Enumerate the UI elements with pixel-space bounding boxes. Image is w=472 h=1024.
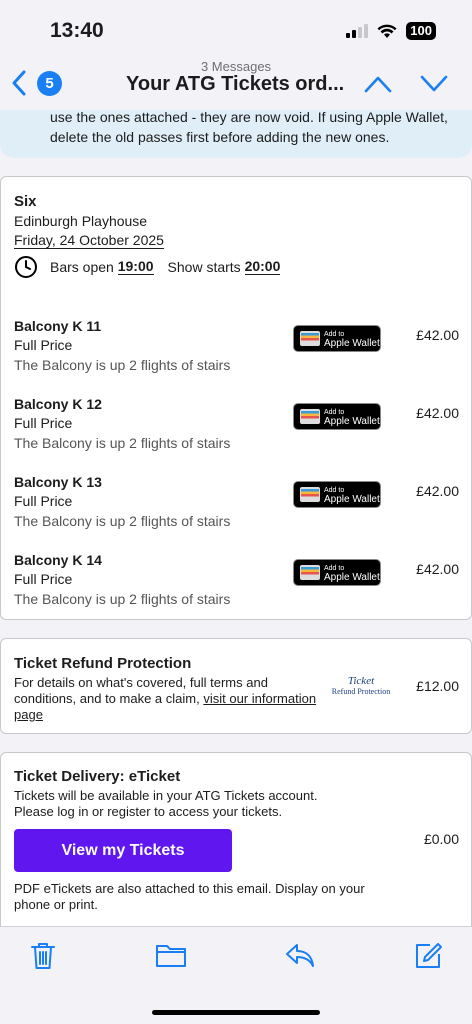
performance-date[interactable]: Friday, 24 October 2025 [14,233,164,249]
bottom-toolbar [0,926,472,1024]
seat-name: Balcony K 13 [14,474,102,490]
seat-note: The Balcony is up 2 flights of stairs [14,435,231,451]
seat-name: Balcony K 14 [14,552,102,568]
wallet-icon [300,565,320,580]
wallet-label: Apple Wallet [324,337,380,349]
seat-name: Balcony K 12 [14,396,102,412]
refund-description: For details on what's covered, full term… [14,675,329,723]
seat-price-type: Full Price [14,571,73,587]
bars-open-label: Bars open [50,259,114,275]
add-to-apple-wallet-button[interactable]: Add to Apple Wallet [293,481,381,508]
folder-icon[interactable] [155,941,187,969]
wallet-label: Apple Wallet [324,415,380,427]
mail-nav-bar: 5 3 Messages Your ATG Tickets ord... [0,58,472,110]
status-indicators: 100 [346,22,436,40]
wallet-icon [300,331,320,346]
reply-icon[interactable] [284,941,316,969]
seat-note: The Balcony is up 2 flights of stairs [14,513,231,529]
show-starts-time[interactable]: 20:00 [244,259,281,275]
thread-title: Your ATG Tickets ord... [126,73,345,95]
performance-times: Bars open 19:00 Show starts 20:00 [14,255,281,279]
seat-price-type: Full Price [14,493,73,509]
view-my-tickets-button[interactable]: View my Tickets [14,829,232,872]
refund-price: £12.00 [416,678,459,694]
delivery-line-1: Tickets will be available in your ATG Ti… [14,788,318,803]
refund-logo-ticket: Ticket [347,675,375,687]
seat-price-type: Full Price [14,415,73,431]
add-to-apple-wallet-button[interactable]: Add to Apple Wallet [293,325,381,352]
delivery-line-2: Please log in or register to access your… [14,804,283,819]
next-message-chevron-down-icon[interactable] [420,74,448,94]
status-bar: 13:40 100 [0,0,472,58]
seat-row: Balcony K 14 Full Price The Balcony is u… [1,552,471,622]
add-to-apple-wallet-button[interactable]: Add to Apple Wallet [293,559,381,586]
info-banner: use the ones attached - they are now voi… [0,110,472,158]
battery-indicator: 100 [406,22,436,40]
refund-protection-card: Ticket Refund Protection For details on … [0,638,472,734]
seat-price-type: Full Price [14,337,73,353]
previous-message-chevron-up-icon[interactable] [364,74,392,94]
home-indicator [152,1010,320,1015]
wallet-icon [300,487,320,502]
delivery-description: Tickets will be available in your ATG Ti… [14,788,344,820]
refund-title: Ticket Refund Protection [14,655,192,672]
message-count: 3 Messages [200,59,272,74]
seat-price: £42.00 [416,327,459,343]
show-title: Six [14,193,37,210]
bars-open-time[interactable]: 19:00 [117,259,154,275]
seat-row: Balcony K 12 Full Price The Balcony is u… [1,396,471,466]
seat-price: £42.00 [416,483,459,499]
seat-price: £42.00 [416,405,459,421]
seat-note: The Balcony is up 2 flights of stairs [14,591,231,607]
trash-icon[interactable] [30,941,56,971]
wallet-label: Apple Wallet [324,571,380,583]
clock-icon [15,256,37,278]
signal-icon [346,24,369,38]
compose-icon[interactable] [413,941,443,971]
pdf-etickets-note: PDF eTickets are also attached to this e… [14,881,365,912]
wallet-label: Apple Wallet [324,493,380,505]
seat-note: The Balcony is up 2 flights of stairs [14,357,231,373]
delivery-title: Ticket Delivery: eTicket [14,768,181,785]
show-ticket-card: Six Edinburgh Playhouse Friday, 24 Octob… [0,176,472,620]
show-starts-label: Show starts [167,259,241,275]
add-to-apple-wallet-button[interactable]: Add to Apple Wallet [293,403,381,430]
banner-line-2: delete the old passes first before addin… [50,129,390,145]
wifi-icon [377,24,397,38]
seat-row: Balcony K 13 Full Price The Balcony is u… [1,474,471,544]
refund-protection-logo: Ticket Refund Protection [331,675,391,696]
venue-name: Edinburgh Playhouse [14,213,148,229]
seat-row: Balcony K 11 Full Price The Balcony is u… [1,318,471,388]
status-time: 13:40 [50,19,104,42]
refund-logo-subtitle: Refund Protection [331,687,391,696]
unread-count-badge[interactable]: 5 [37,71,62,96]
wallet-icon [300,409,320,424]
seat-name: Balcony K 11 [14,318,102,334]
ticket-delivery-card: Ticket Delivery: eTicket Tickets will be… [0,752,472,926]
banner-line-1: use the ones attached - they are now voi… [50,110,448,125]
delivery-price: £0.00 [423,831,459,847]
seat-price: £42.00 [416,561,459,577]
